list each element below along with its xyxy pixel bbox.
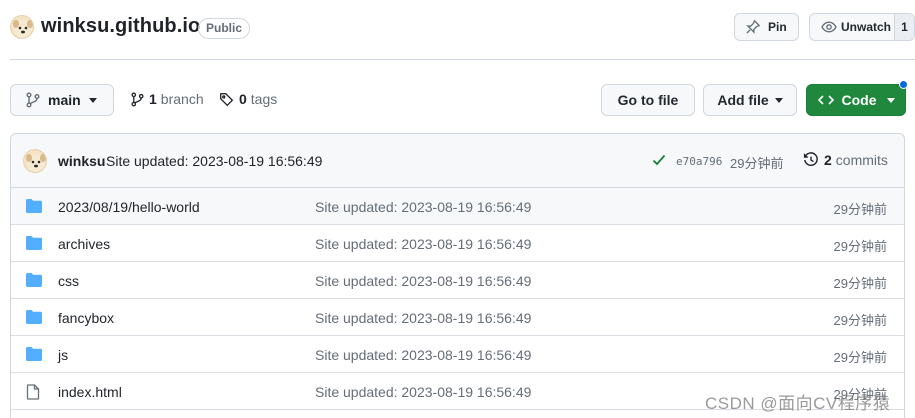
unwatch-label: Unwatch (841, 20, 892, 34)
code-icon (817, 95, 834, 105)
visibility-badge: Public (198, 18, 251, 39)
file-time: 29分钟前 (833, 239, 887, 254)
folder-icon (26, 310, 42, 324)
notification-dot (899, 80, 908, 89)
file-row[interactable]: archives Site updated: 2023-08-19 16:56:… (11, 225, 904, 262)
file-name-link[interactable]: js (58, 347, 68, 363)
file-icon (26, 384, 40, 400)
tag-word: tags (250, 91, 278, 107)
commit-sha-link[interactable]: e70a796 (676, 155, 722, 168)
check-icon[interactable] (652, 154, 666, 166)
file-name-link[interactable]: fancybox (58, 310, 114, 326)
file-commit-message[interactable]: Site updated: 2023-08-19 16:56:49 (315, 310, 531, 326)
file-commit-message[interactable]: Site updated: 2023-08-19 16:56:49 (315, 384, 531, 400)
file-row[interactable]: css Site updated: 2023-08-19 16:56:49 29… (11, 262, 904, 299)
pin-button[interactable]: Pin (734, 13, 799, 41)
chevron-down-icon (886, 97, 895, 103)
file-time: 29分钟前 (833, 350, 887, 365)
repo-header: winksu.github.io Public Pin Unwatch 1 (10, 12, 915, 46)
file-name-link[interactable]: 2023/08/19/hello-world (58, 199, 200, 215)
branch-select-button[interactable]: main (10, 84, 114, 116)
history-icon (803, 152, 818, 166)
code-label: Code (841, 92, 877, 108)
folder-icon (26, 347, 42, 361)
branch-word: branch (160, 91, 204, 107)
chevron-down-icon (88, 97, 97, 103)
branch-icon (26, 92, 40, 108)
pin-icon (746, 19, 761, 34)
file-time: 29分钟前 (833, 313, 887, 328)
file-commit-message[interactable]: Site updated: 2023-08-19 16:56:49 (315, 273, 531, 289)
watermark: CSDN @面向CV程序猿 (705, 394, 891, 413)
folder-icon (26, 199, 42, 213)
owner-avatar[interactable] (10, 15, 34, 39)
eye-icon (821, 21, 837, 33)
add-file-label: Add file (717, 92, 769, 108)
file-row[interactable]: js Site updated: 2023-08-19 16:56:49 29分… (11, 336, 904, 373)
file-name-link[interactable]: archives (58, 236, 110, 252)
unwatch-button[interactable]: Unwatch 1 (809, 13, 915, 41)
branch-name: main (48, 92, 81, 108)
branch-icon (131, 92, 144, 106)
commits-history-link[interactable]: 2 commits (803, 152, 888, 168)
file-row[interactable]: fancybox Site updated: 2023-08-19 16:56:… (11, 299, 904, 336)
file-time: 29分钟前 (833, 202, 887, 217)
go-to-file-label: Go to file (617, 92, 679, 108)
commit-author-link[interactable]: winksu (58, 153, 105, 169)
go-to-file-button[interactable]: Go to file (601, 84, 695, 116)
commits-count: 2 (824, 152, 832, 168)
watch-count: 1 (894, 14, 914, 40)
tag-icon (220, 92, 234, 106)
pin-label: Pin (768, 20, 787, 34)
commit-time: 29分钟前 (730, 156, 784, 171)
folder-icon (26, 236, 42, 250)
tag-count: 0 (239, 91, 247, 107)
code-button[interactable]: Code (806, 84, 906, 116)
file-commit-message[interactable]: Site updated: 2023-08-19 16:56:49 (315, 199, 531, 215)
folder-icon (26, 273, 42, 287)
branch-count: 1 (149, 91, 157, 107)
branches-link[interactable]: 1 branch (131, 91, 204, 107)
file-browser: winksu Site updated: 2023-08-19 16:56:49… (10, 133, 905, 418)
file-name-link[interactable]: css (58, 273, 79, 289)
chevron-down-icon (774, 97, 783, 103)
tags-link[interactable]: 0 tags (219, 91, 277, 107)
commit-message-link[interactable]: Site updated: 2023-08-19 16:56:49 (106, 153, 322, 169)
repo-name-link[interactable]: winksu.github.io (41, 15, 200, 38)
file-commit-message[interactable]: Site updated: 2023-08-19 16:56:49 (315, 347, 531, 363)
file-commit-message[interactable]: Site updated: 2023-08-19 16:56:49 (315, 236, 531, 252)
add-file-button[interactable]: Add file (703, 84, 797, 116)
commits-word: commits (835, 152, 888, 168)
file-row[interactable]: 2023/08/19/hello-world Site updated: 202… (11, 188, 904, 225)
file-time: 29分钟前 (833, 276, 887, 291)
latest-commit-bar: winksu Site updated: 2023-08-19 16:56:49… (11, 134, 904, 188)
file-name-link[interactable]: index.html (58, 384, 122, 400)
header-divider (10, 59, 915, 60)
commit-author-avatar[interactable] (23, 149, 47, 173)
